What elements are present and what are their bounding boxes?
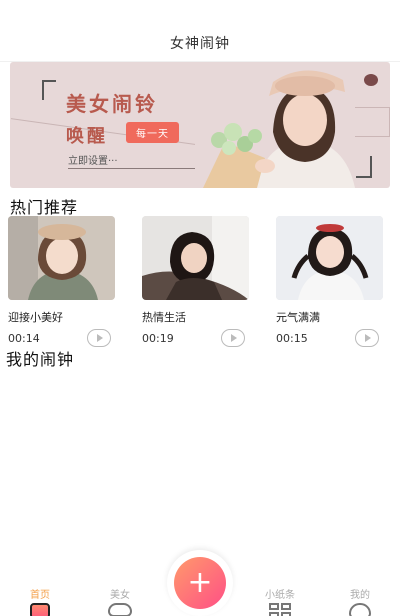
card-title: 热情生活 bbox=[142, 311, 186, 324]
banner-subline: 唤醒 bbox=[66, 126, 108, 147]
card-thumbnail bbox=[276, 216, 383, 300]
clock-icon bbox=[30, 603, 50, 616]
card-title: 迎接小美好 bbox=[8, 311, 63, 324]
grid-icon bbox=[269, 603, 291, 616]
banner-photo bbox=[195, 62, 355, 188]
promo-banner[interactable]: 美女闹铃 唤醒 每一天 立即设置··· bbox=[10, 62, 390, 188]
page-title: 女神闹钟 bbox=[170, 35, 230, 52]
heart-icon bbox=[108, 603, 132, 616]
card-duration: 00:15 bbox=[276, 331, 308, 345]
tab-mine[interactable]: 我的 bbox=[330, 586, 390, 616]
play-icon[interactable] bbox=[355, 329, 379, 347]
add-alarm-button[interactable]: + bbox=[174, 557, 226, 609]
tab-label: 首页 bbox=[30, 590, 50, 601]
tab-label: 小纸条 bbox=[265, 590, 295, 601]
tab-notes[interactable]: 小纸条 bbox=[250, 586, 310, 616]
tab-beauty[interactable]: 美女 bbox=[90, 586, 150, 616]
banner-cta-link[interactable]: 立即设置··· bbox=[68, 152, 118, 167]
tab-label: 我的 bbox=[350, 590, 370, 601]
card-duration: 00:14 bbox=[8, 331, 40, 345]
tab-home[interactable]: 首页 bbox=[10, 586, 70, 616]
banner-corner-bracket bbox=[356, 156, 372, 178]
banner-decoration-line bbox=[10, 118, 210, 147]
play-icon[interactable] bbox=[221, 329, 245, 347]
card-thumbnail bbox=[142, 216, 249, 300]
card-duration: 00:19 bbox=[142, 331, 174, 345]
card-title: 元气满满 bbox=[276, 311, 320, 324]
banner-badge: 每一天 bbox=[126, 122, 179, 143]
banner-headline: 美女闹铃 bbox=[66, 92, 158, 116]
banner-cta-underline bbox=[68, 168, 198, 169]
banner-dot bbox=[364, 74, 378, 86]
play-icon[interactable] bbox=[87, 329, 111, 347]
banner-corner-bracket bbox=[42, 80, 56, 100]
recommend-card[interactable]: 迎接小美好 00:14 bbox=[8, 216, 115, 347]
section-title-hot: 热门推荐 bbox=[10, 198, 79, 217]
recommend-card[interactable]: 元气满满 00:15 bbox=[276, 216, 383, 347]
recommend-card[interactable]: 热情生活 00:19 bbox=[142, 216, 249, 347]
add-alarm-button-wrapper: + bbox=[167, 550, 233, 616]
top-app-bar: 女神闹钟 bbox=[0, 0, 400, 62]
card-thumbnail bbox=[8, 216, 115, 300]
face-icon bbox=[349, 603, 371, 616]
tab-label: 美女 bbox=[110, 590, 130, 601]
banner-decoration-frame bbox=[350, 107, 390, 137]
section-title-my-alarms: 我的闹钟 bbox=[6, 350, 75, 369]
